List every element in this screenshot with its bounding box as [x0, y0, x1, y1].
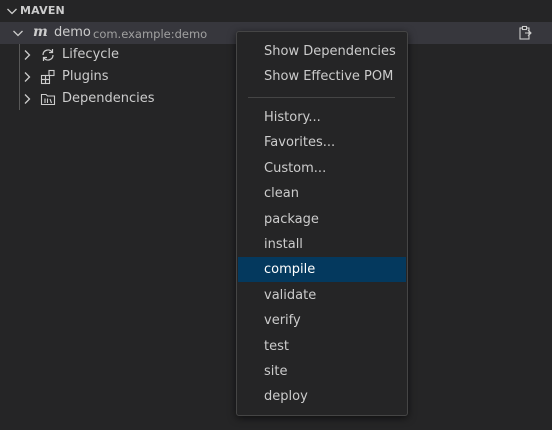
menu-item-validate[interactable]: validate [238, 283, 406, 308]
menu-item-label: site [264, 364, 288, 379]
menu-item-install[interactable]: install [238, 232, 406, 257]
maven-m-icon: m [33, 24, 48, 40]
tree-item-label: Plugins [62, 69, 109, 84]
chevron-down-icon [10, 25, 26, 41]
menu-item-compile[interactable]: compile [238, 257, 406, 282]
tree-item-label: Lifecycle [62, 47, 120, 62]
menu-item-label: Favorites... [264, 135, 336, 150]
menu-item-deploy[interactable]: deploy [238, 384, 406, 409]
menu-item-favorites[interactable]: Favorites... [238, 130, 406, 155]
refresh-icon [40, 47, 56, 63]
menu-item-label: Show Effective POM [264, 69, 394, 84]
tree-item-label: Dependencies [62, 91, 155, 106]
chevron-down-icon [4, 3, 20, 19]
menu-item-verify[interactable]: verify [238, 308, 406, 333]
menu-item-label: package [264, 212, 319, 227]
chevron-right-icon [19, 91, 35, 107]
library-icon [40, 91, 56, 107]
menu-item-site[interactable]: site [238, 359, 406, 384]
menu-item-clean[interactable]: clean [238, 181, 406, 206]
menu-item-show-effective-pom[interactable]: Show Effective POM [238, 64, 406, 89]
project-name: demo [54, 25, 91, 40]
section-title: MAVEN [20, 4, 65, 17]
menu-item-label: Show Dependencies [264, 44, 396, 59]
menu-item-label: clean [264, 186, 299, 201]
maven-section-header[interactable]: MAVEN [0, 0, 552, 22]
paste-icon[interactable] [517, 25, 533, 41]
menu-item-show-dependencies[interactable]: Show Dependencies [238, 39, 406, 64]
menu-item-custom[interactable]: Custom... [238, 156, 406, 181]
menu-item-label: History... [264, 110, 321, 125]
menu-item-test[interactable]: test [238, 334, 406, 359]
menu-separator [248, 97, 395, 98]
extensions-icon [40, 69, 56, 85]
menu-item-label: Custom... [264, 161, 327, 176]
menu-item-package[interactable]: package [238, 207, 406, 232]
menu-item-history[interactable]: History... [238, 105, 406, 130]
menu-item-label: compile [264, 262, 316, 277]
context-menu: Show Dependencies Show Effective POM His… [236, 31, 408, 416]
menu-item-label: verify [264, 313, 301, 328]
chevron-right-icon [19, 69, 35, 85]
menu-item-label: deploy [264, 389, 308, 404]
menu-item-label: validate [264, 288, 317, 303]
menu-item-label: test [264, 339, 289, 354]
chevron-right-icon [19, 47, 35, 63]
project-description: com.example:demo [93, 27, 208, 41]
menu-item-label: install [264, 237, 303, 252]
